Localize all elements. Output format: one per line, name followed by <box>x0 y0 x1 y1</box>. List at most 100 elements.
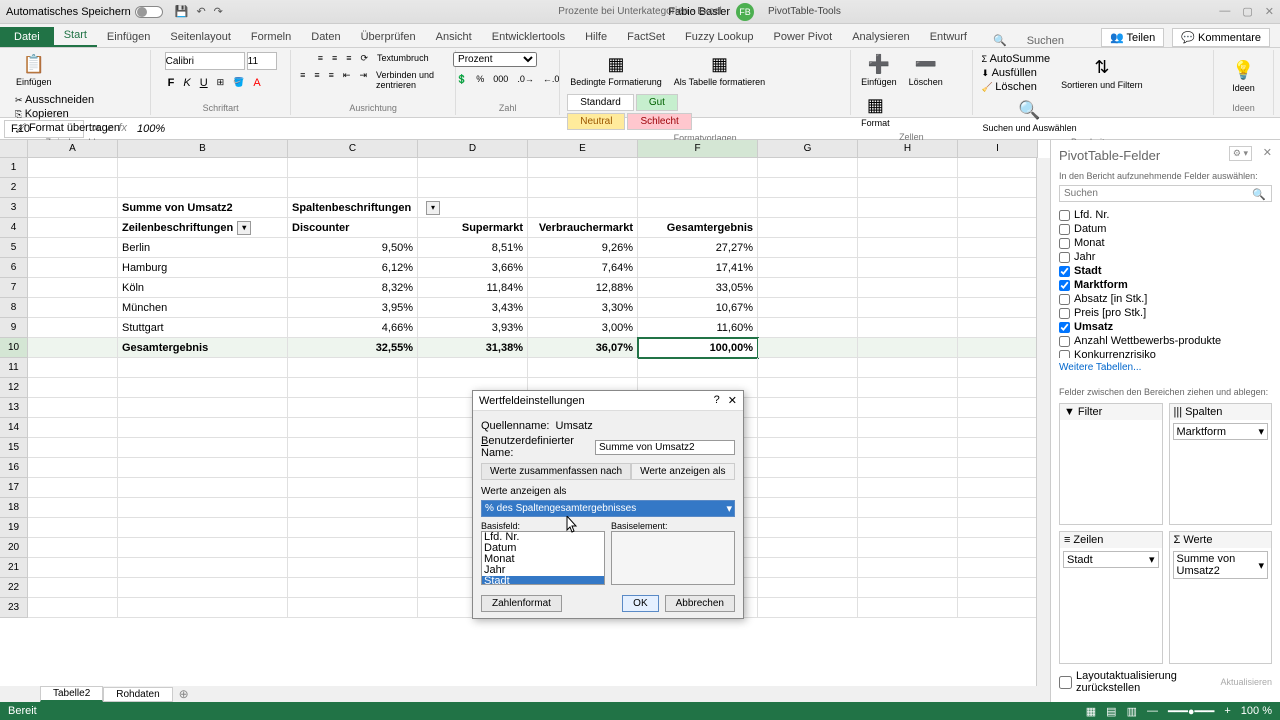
cell[interactable]: 33,05% <box>638 278 758 298</box>
cell[interactable]: 9,50% <box>288 238 418 258</box>
chip-columns[interactable]: Marktform▾ <box>1173 423 1269 440</box>
cell[interactable] <box>28 258 118 278</box>
cell[interactable] <box>528 198 638 218</box>
save-icon[interactable]: 💾 <box>175 5 189 18</box>
cell[interactable] <box>958 298 1038 318</box>
chip-values[interactable]: Summe von Umsatz2▾ <box>1173 551 1269 579</box>
sheet-tab-other[interactable]: Rohdaten <box>103 687 172 702</box>
tab-seitenlayout[interactable]: Seitenlayout <box>160 27 241 47</box>
add-sheet-button[interactable]: ⊕ <box>179 687 189 701</box>
tab-fuzzy[interactable]: Fuzzy Lookup <box>675 27 763 47</box>
redo-icon[interactable]: ↷ <box>214 5 223 18</box>
cell[interactable] <box>958 158 1038 178</box>
field-item[interactable]: Preis [pro Stk.] <box>1059 306 1272 320</box>
cell[interactable] <box>958 538 1038 558</box>
cell[interactable] <box>858 318 958 338</box>
row-header[interactable]: 10 <box>0 338 28 358</box>
cell[interactable] <box>758 218 858 238</box>
view-page-icon[interactable]: ▤ <box>1106 705 1116 718</box>
cell[interactable] <box>28 318 118 338</box>
tab-entwurf[interactable]: Entwurf <box>920 27 977 47</box>
field-item[interactable]: Datum <box>1059 222 1272 236</box>
cell[interactable] <box>758 438 858 458</box>
undo-icon[interactable]: ↶ <box>196 5 205 18</box>
cell[interactable] <box>288 598 418 618</box>
tab-ansicht[interactable]: Ansicht <box>426 27 482 47</box>
style-gut[interactable]: Gut <box>636 94 678 111</box>
cell[interactable] <box>28 358 118 378</box>
cancel-button[interactable]: Abbrechen <box>665 595 735 612</box>
cell[interactable] <box>28 198 118 218</box>
ideas-button[interactable]: 💡Ideen <box>1228 58 1259 95</box>
column-header[interactable]: A <box>28 140 118 158</box>
row-header[interactable]: 13 <box>0 398 28 418</box>
cell[interactable] <box>118 438 288 458</box>
cell[interactable] <box>958 178 1038 198</box>
row-header[interactable]: 12 <box>0 378 28 398</box>
dialog-tab-summarize[interactable]: Werte zusammenfassen nach <box>481 463 631 479</box>
cell[interactable] <box>28 298 118 318</box>
cell[interactable] <box>288 438 418 458</box>
font-name[interactable] <box>165 52 245 70</box>
zoom-level[interactable]: 100 % <box>1241 705 1272 717</box>
share-button[interactable]: 👥 Teilen <box>1101 28 1164 47</box>
cell[interactable] <box>118 498 288 518</box>
cell[interactable]: Summe von Umsatz2 <box>118 198 288 218</box>
cell[interactable] <box>958 478 1038 498</box>
cut-button[interactable]: ✂ Ausschneiden <box>12 93 123 107</box>
cell[interactable]: 11,60% <box>638 318 758 338</box>
cell[interactable] <box>858 438 958 458</box>
cell[interactable] <box>28 458 118 478</box>
cell[interactable] <box>758 358 858 378</box>
field-checkbox[interactable] <box>1059 294 1070 305</box>
field-checkbox[interactable] <box>1059 210 1070 221</box>
row-header[interactable]: 4 <box>0 218 28 238</box>
cell[interactable] <box>958 598 1038 618</box>
cell[interactable] <box>758 538 858 558</box>
cell[interactable]: Verbrauchermarkt <box>528 218 638 238</box>
cell[interactable] <box>858 198 958 218</box>
cell[interactable] <box>528 158 638 178</box>
field-item[interactable]: Anzahl Wettbewerbs-produkte <box>1059 334 1272 348</box>
paste-button[interactable]: 📋Einfügen <box>12 52 56 89</box>
find-button[interactable]: 🔍Suchen und Auswählen <box>979 98 1081 135</box>
field-checkbox[interactable] <box>1059 308 1070 319</box>
cell[interactable]: Zeilenbeschriftungen▾ <box>118 218 288 238</box>
cell[interactable] <box>758 298 858 318</box>
cell[interactable] <box>288 538 418 558</box>
style-neutral[interactable]: Neutral <box>567 113 625 130</box>
align-top[interactable]: ≡ <box>315 52 326 65</box>
tab-hilfe[interactable]: Hilfe <box>575 27 617 47</box>
field-item[interactable]: Umsatz <box>1059 320 1272 334</box>
field-item[interactable]: Jahr <box>1059 250 1272 264</box>
style-schlecht[interactable]: Schlecht <box>627 113 691 130</box>
more-tables-link[interactable]: Weitere Tabellen... <box>1059 362 1272 373</box>
cell[interactable] <box>858 338 958 358</box>
field-search-input[interactable] <box>1059 185 1272 202</box>
column-header[interactable]: B <box>118 140 288 158</box>
cell[interactable] <box>758 318 858 338</box>
indent-inc[interactable]: ⇥ <box>356 69 370 91</box>
cell[interactable] <box>118 458 288 478</box>
tab-start[interactable]: Start <box>54 25 97 47</box>
currency-button[interactable]: 💲 <box>453 73 470 86</box>
vertical-scrollbar[interactable] <box>1036 158 1050 686</box>
row-header[interactable]: 18 <box>0 498 28 518</box>
cell[interactable]: 8,51% <box>418 238 528 258</box>
cell[interactable] <box>28 398 118 418</box>
tab-powerpivot[interactable]: Power Pivot <box>764 27 843 47</box>
cell[interactable] <box>288 478 418 498</box>
close-panel-icon[interactable]: ✕ <box>1263 146 1272 159</box>
cell[interactable]: Stuttgart <box>118 318 288 338</box>
row-header[interactable]: 11 <box>0 358 28 378</box>
fill-color-button[interactable]: 🪣 <box>230 76 247 90</box>
row-header[interactable]: 5 <box>0 238 28 258</box>
row-header[interactable]: 14 <box>0 418 28 438</box>
cell[interactable] <box>858 418 958 438</box>
dialog-close-icon[interactable]: ✕ <box>728 394 737 407</box>
field-checkbox[interactable] <box>1059 336 1070 347</box>
row-header[interactable]: 8 <box>0 298 28 318</box>
cell[interactable]: 3,95% <box>288 298 418 318</box>
font-color-button[interactable]: A <box>250 76 263 90</box>
cell[interactable] <box>638 358 758 378</box>
